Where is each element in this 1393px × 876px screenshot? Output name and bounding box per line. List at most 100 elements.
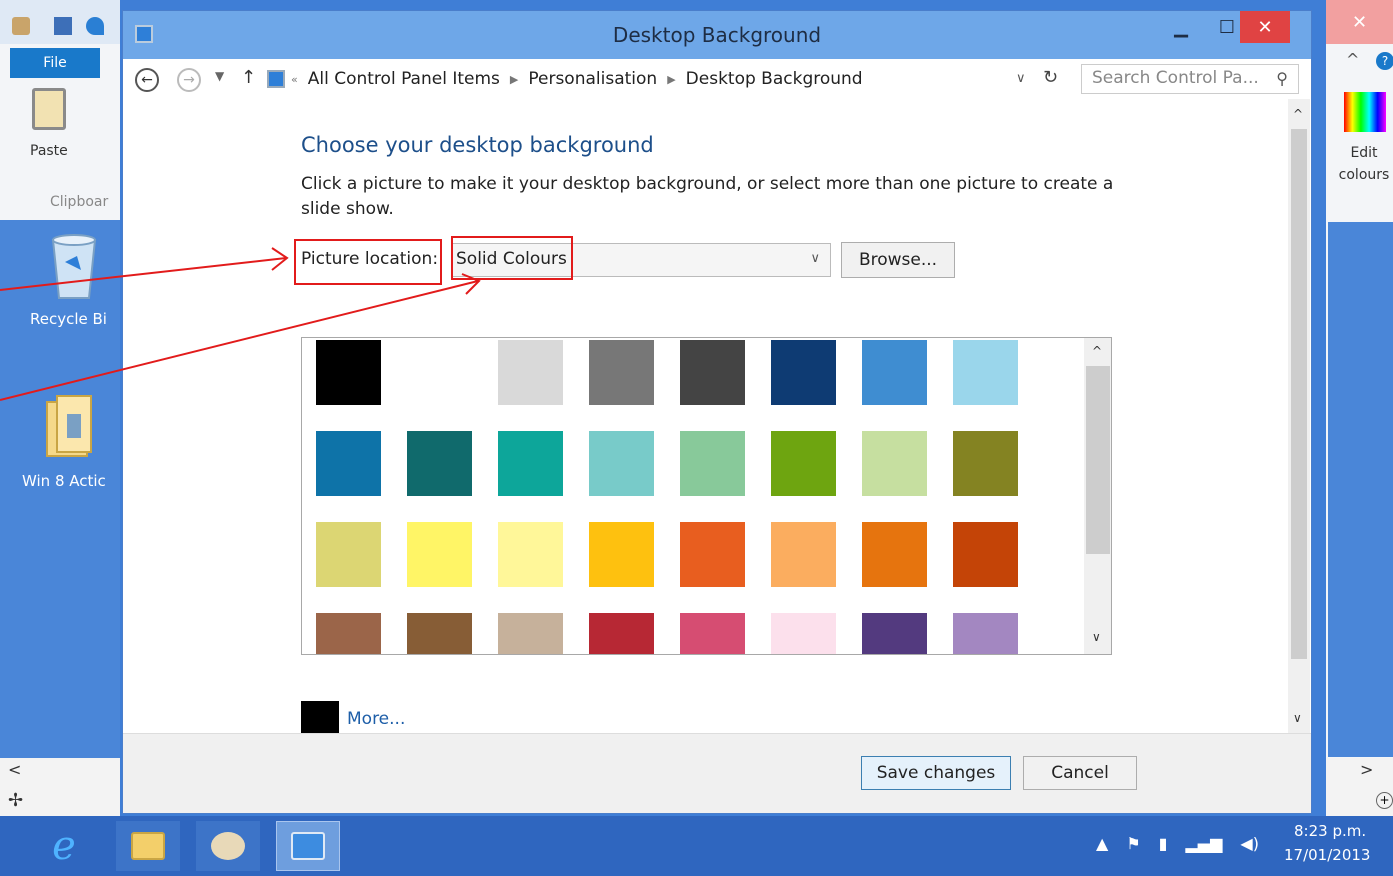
minimize-button[interactable]: ▁: [1158, 11, 1204, 43]
colour-swatch[interactable]: [498, 431, 563, 496]
clock-time[interactable]: 8:23 p.m.: [1294, 822, 1366, 840]
clock-date[interactable]: 17/01/2013: [1284, 846, 1370, 864]
colour-swatch[interactable]: [862, 613, 927, 654]
desktop-background-right: [1328, 222, 1393, 757]
colour-swatch[interactable]: [316, 522, 381, 587]
colour-swatch[interactable]: [953, 613, 1018, 654]
colour-swatch[interactable]: [316, 340, 381, 405]
colour-swatch[interactable]: [316, 431, 381, 496]
search-input[interactable]: Search Control Pa... ⚲: [1081, 64, 1299, 94]
recycle-bin-label[interactable]: Recycle Bi: [30, 310, 107, 328]
colour-swatch[interactable]: [680, 340, 745, 405]
edit-colours-label[interactable]: Edit colours: [1336, 142, 1392, 186]
colour-swatch[interactable]: [862, 522, 927, 587]
zoom-in-icon[interactable]: +: [1376, 792, 1393, 809]
colour-swatch[interactable]: [498, 613, 563, 654]
action-center-flag-icon[interactable]: ⚑: [1126, 834, 1140, 853]
crumb-personalisation[interactable]: Personalisation: [528, 69, 657, 89]
colour-swatch[interactable]: [680, 613, 745, 654]
search-icon[interactable]: ⚲: [1276, 69, 1288, 88]
chevron-down-icon[interactable]: ∨: [810, 251, 820, 266]
colour-swatch[interactable]: [498, 340, 563, 405]
browse-button[interactable]: Browse...: [841, 242, 955, 278]
colour-swatch[interactable]: [316, 613, 381, 654]
content-scrollbar[interactable]: ^ ∨: [1288, 99, 1310, 733]
paint-ribbon-left: File Paste Clipboar: [0, 0, 120, 220]
paint-quick-access-toolbar: [0, 0, 120, 44]
ribbon-collapse-icon[interactable]: ^: [1346, 50, 1359, 69]
colour-swatch[interactable]: [407, 613, 472, 654]
colour-swatch[interactable]: [498, 522, 563, 587]
colour-swatch[interactable]: [953, 522, 1018, 587]
colour-swatch[interactable]: [680, 522, 745, 587]
colour-swatch[interactable]: [771, 613, 836, 654]
paint-taskbar-icon[interactable]: [196, 821, 260, 871]
colour-swatch[interactable]: [407, 522, 472, 587]
volume-icon[interactable]: ◀): [1240, 834, 1259, 853]
colour-swatch[interactable]: [953, 340, 1018, 405]
colour-swatch[interactable]: [953, 431, 1018, 496]
scroll-up-arrow-icon[interactable]: ^: [1293, 107, 1303, 121]
colour-swatch[interactable]: [862, 431, 927, 496]
folder-icon[interactable]: [43, 392, 97, 462]
colour-swatch-list[interactable]: ^ ∨: [301, 337, 1112, 655]
chevron-right-icon[interactable]: ▶: [667, 73, 675, 86]
scroll-down-arrow-icon[interactable]: ∨: [1293, 711, 1302, 725]
crumb-all-control-panel-items[interactable]: All Control Panel Items: [308, 69, 500, 89]
colour-swatch[interactable]: [771, 340, 836, 405]
address-dropdown-icon[interactable]: ∨: [1016, 71, 1026, 86]
recent-locations-icon[interactable]: ▼: [215, 69, 224, 83]
save-changes-button[interactable]: Save changes: [861, 756, 1011, 790]
file-explorer-icon[interactable]: [116, 821, 180, 871]
edit-colours-icon[interactable]: [1344, 92, 1386, 132]
scroll-right-arrow-icon[interactable]: >: [1360, 760, 1373, 779]
control-panel-taskbar-icon[interactable]: [276, 821, 340, 871]
title-bar[interactable]: Desktop Background ▁ ☐ ✕: [123, 11, 1311, 59]
scroll-down-arrow-icon[interactable]: ∨: [1092, 630, 1101, 644]
up-arrow-icon[interactable]: ↑: [241, 67, 256, 88]
breadcrumb[interactable]: « All Control Panel Items ▶ Personalisat…: [291, 64, 1033, 94]
crumb-desktop-background[interactable]: Desktop Background: [686, 69, 863, 89]
folder-label[interactable]: Win 8 Actic: [22, 472, 106, 490]
colour-swatch[interactable]: [589, 340, 654, 405]
save-icon[interactable]: [54, 17, 72, 35]
internet-explorer-icon[interactable]: e: [32, 821, 96, 871]
scroll-left-arrow-icon[interactable]: <: [8, 760, 21, 779]
back-arrow-icon[interactable]: ←: [135, 68, 159, 92]
paint-app-icon[interactable]: [12, 17, 30, 35]
show-hidden-icons-icon[interactable]: ▲: [1096, 834, 1108, 853]
cancel-button[interactable]: Cancel: [1023, 756, 1137, 790]
recycle-bin-icon[interactable]: [47, 232, 101, 302]
paint-file-tab[interactable]: File: [10, 48, 100, 78]
paste-icon[interactable]: [32, 88, 66, 130]
address-bar-row: ← → ▼ ↑ « All Control Panel Items ▶ Pers…: [123, 59, 1311, 99]
network-signal-icon[interactable]: ▂▄▆: [1185, 834, 1222, 853]
paste-label[interactable]: Paste: [30, 143, 68, 159]
undo-icon[interactable]: [86, 17, 104, 35]
paint-close-button[interactable]: ✕: [1326, 0, 1393, 44]
colour-swatch[interactable]: [771, 431, 836, 496]
refresh-icon[interactable]: ↻: [1043, 67, 1058, 88]
scroll-up-arrow-icon[interactable]: ^: [1092, 344, 1102, 358]
colour-swatch[interactable]: [589, 431, 654, 496]
swatch-scrollbar-thumb[interactable]: [1086, 366, 1110, 554]
chevron-right-icon[interactable]: ▶: [510, 73, 518, 86]
forward-arrow-icon[interactable]: →: [177, 68, 201, 92]
colour-swatch[interactable]: [407, 431, 472, 496]
crumb-overflow-icon[interactable]: «: [291, 73, 298, 86]
search-placeholder: Search Control Pa...: [1092, 68, 1259, 88]
colour-swatch[interactable]: [771, 522, 836, 587]
help-icon[interactable]: ?: [1376, 52, 1393, 70]
colour-swatch[interactable]: [407, 340, 472, 405]
window-title: Desktop Background: [612, 23, 822, 47]
power-icon[interactable]: ▮: [1159, 834, 1168, 853]
colour-swatch[interactable]: [589, 522, 654, 587]
colour-swatch[interactable]: [589, 613, 654, 654]
content-scrollbar-thumb[interactable]: [1291, 129, 1307, 659]
colour-swatch[interactable]: [680, 431, 745, 496]
more-colours-link[interactable]: More...: [347, 709, 405, 729]
swatch-scrollbar[interactable]: ^ ∨: [1084, 338, 1111, 654]
close-button[interactable]: ✕: [1240, 11, 1290, 43]
colour-swatch[interactable]: [862, 340, 927, 405]
annotation-box-select: [451, 236, 573, 280]
